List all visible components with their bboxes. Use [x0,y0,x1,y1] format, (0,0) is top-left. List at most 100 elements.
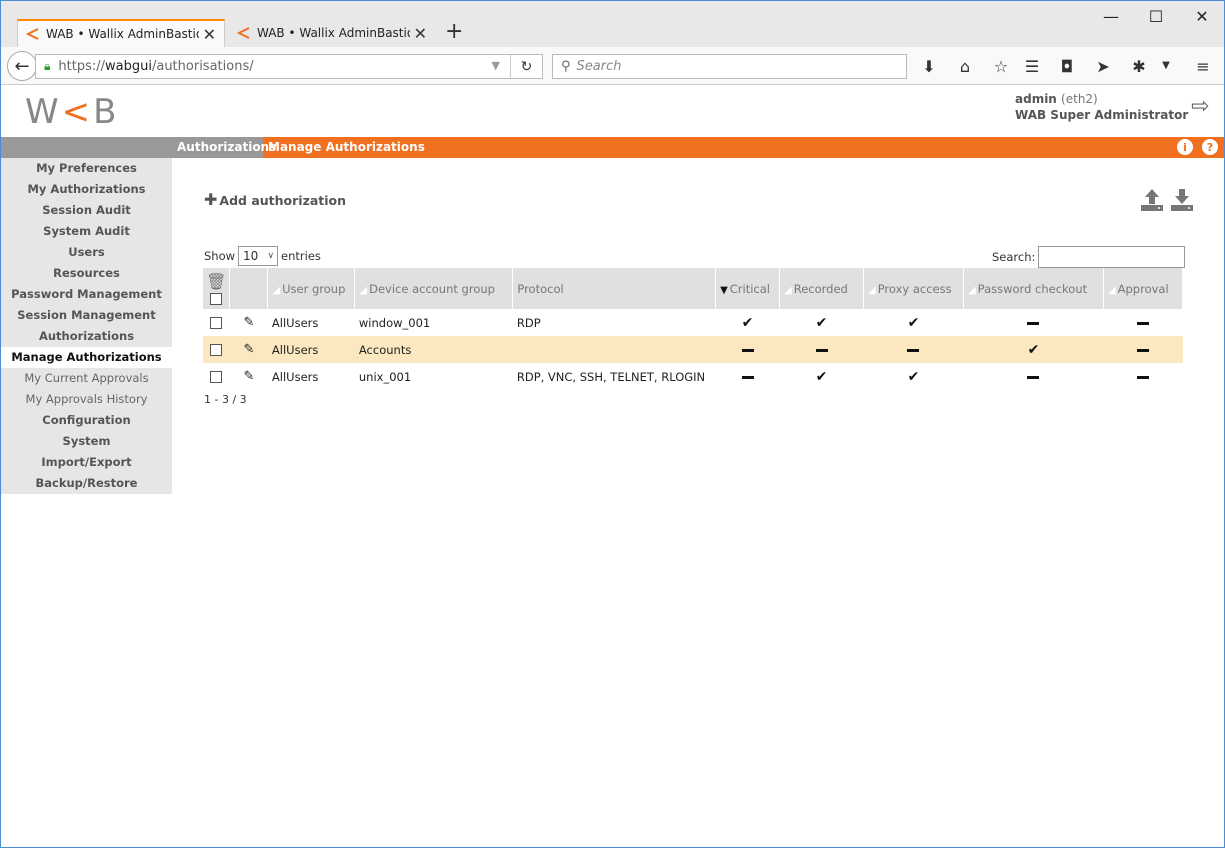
check-icon: ✔ [815,314,828,331]
table-search-input[interactable] [1038,246,1186,268]
sidebar-item-my-approvals-history[interactable]: My Approvals History [1,389,172,410]
sidebar-item-session-management[interactable]: Session Management [1,305,172,326]
row-checkbox[interactable] [210,344,223,356]
search-placeholder: Search [576,59,622,74]
check-icon: ✔ [815,368,828,385]
app-header: W<B admin (eth2) WAB Super Administrator… [1,86,1224,136]
critical-cell [716,363,780,390]
device-account-group-cell: Accounts [354,336,513,363]
wab-favicon-icon [26,28,39,40]
sidebar-item-my-current-approvals[interactable]: My Current Approvals [1,368,172,389]
row-checkbox[interactable] [210,371,223,383]
sidebar-item-configuration[interactable]: Configuration [1,410,172,431]
user-group-cell: AllUsers [267,336,355,363]
sidebar-item-my-preferences[interactable]: My Preferences [1,158,172,179]
close-window-button[interactable]: ✕ [1187,7,1217,26]
tab-wab-inactive[interactable]: WAB • Wallix AdminBastion ✕ [229,19,435,47]
sidebar-item-system[interactable]: System [1,431,172,452]
row-select-cell [203,363,230,390]
trash-icon[interactable]: 🗑︎ [203,272,229,291]
tab-close-icon[interactable]: ✕ [414,24,427,43]
column-critical[interactable]: ▼ Critical [715,268,781,309]
extension-icon[interactable]: ✱ [1127,57,1151,76]
home-icon[interactable]: ⌂ [953,57,977,76]
url-dropdown-icon[interactable]: ▼ [492,59,500,72]
select-all-header: 🗑︎ [203,268,231,309]
breadcrumb-section[interactable]: Authorizations [177,140,276,154]
download-icon[interactable]: ⬇ [917,57,941,76]
column-user-group[interactable]: ◢ User group [267,268,356,309]
select-all-checkbox[interactable] [210,292,223,305]
wab-logo: W<B [25,92,119,132]
critical-cell [715,336,780,363]
entries-select[interactable]: 10 ∨ [238,246,279,266]
add-authorization-label: Add authorization [219,193,347,208]
sidebar-item-backup-restore[interactable]: Backup/Restore [1,473,172,494]
reload-button[interactable]: ↻ [510,55,542,78]
lock-icon: 🔒︎ [44,59,51,73]
sidebar: My Preferences My Authorizations Session… [1,158,172,494]
column-password-checkout[interactable]: ◢ Password checkout [963,268,1104,309]
sidebar-item-password-management[interactable]: Password Management [1,284,172,305]
column-device-account-group[interactable]: ◢ Device account group [354,268,514,309]
sort-icon: ◢ [1107,284,1116,296]
column-protocol[interactable]: Protocol [512,268,717,309]
dash-icon [1136,348,1149,352]
send-icon[interactable]: ➤ [1091,57,1115,76]
menu-icon[interactable]: ≡ [1191,57,1215,76]
add-authorization-button[interactable]: ✚ Add authorization [204,190,346,209]
edit-icon[interactable]: ✎ [244,369,255,384]
info-icon[interactable]: i [1177,139,1193,155]
sidebar-item-import-export[interactable]: Import/Export [1,452,172,473]
back-button[interactable]: ← [7,51,37,81]
protocol-cell: RDP [516,315,541,330]
edit-icon[interactable]: ✎ [244,315,255,330]
sidebar-item-system-audit[interactable]: System Audit [1,221,172,242]
upload-icon[interactable] [1139,187,1165,213]
logout-icon[interactable]: ⇨ [1191,94,1209,119]
tab-close-icon[interactable]: ✕ [203,25,216,44]
sidebar-item-session-audit[interactable]: Session Audit [1,200,172,221]
tab-wab-active[interactable]: WAB • Wallix AdminBastion ✕ [17,19,225,47]
row-edit-cell: ✎ [230,363,268,390]
table-row[interactable]: ✎ AllUsers Accounts ✔ [203,336,1183,363]
bookmark-star-icon[interactable]: ☆ [989,57,1013,76]
sidebar-item-manage-authorizations[interactable]: Manage Authorizations [1,347,172,368]
tab-label: WAB • Wallix AdminBastion [46,27,199,41]
show-label: Show [204,249,236,263]
edit-icon[interactable]: ✎ [244,342,255,357]
help-icon[interactable]: ? [1202,139,1218,155]
new-tab-button[interactable]: + [445,20,463,44]
sidebar-item-users[interactable]: Users [1,242,172,263]
tab-label: WAB • Wallix AdminBastion [257,26,410,40]
column-label: Password checkout [977,281,1088,296]
table-row[interactable]: ✎ AllUsers unix_001 RDP, VNC, SSH, TELNET, … [203,363,1183,390]
column-label: User group [282,281,346,296]
sidebar-item-resources[interactable]: Resources [1,263,172,284]
download-export-icon[interactable] [1169,187,1195,213]
user-name: admin [1015,92,1057,106]
table-row[interactable]: ✎ AllUsers window_001 RDP ✔ ✔ ✔ [203,309,1183,336]
row-checkbox[interactable] [210,317,223,329]
password-checkout-cell [963,363,1103,390]
edit-column-header [229,268,269,309]
entries-label: entries [281,249,321,263]
search-bar[interactable]: ⚲ Search [552,54,907,79]
column-approval[interactable]: ◢ Approval [1103,268,1184,309]
sidebar-item-my-authorizations[interactable]: My Authorizations [1,179,172,200]
sort-icon: ◢ [272,284,281,296]
url-host: wabgui [105,59,152,74]
url-bar[interactable]: 🔒︎ https://wabgui/authorisations/ ▼ ↻ [35,54,543,79]
extension-dropdown-icon[interactable]: ▼ [1154,60,1178,71]
sort-icon: ◢ [868,284,876,296]
minimize-button[interactable]: — [1096,7,1126,26]
sidebar-item-authorizations[interactable]: Authorizations [1,326,172,347]
pocket-icon[interactable]: ◘ [1055,57,1079,76]
column-recorded[interactable]: ◢ Recorded [779,268,864,309]
column-label: Device account group [369,281,495,296]
check-icon: ✔ [741,314,754,331]
maximize-button[interactable]: ☐ [1141,7,1171,26]
sort-desc-icon: ▼ [720,284,728,296]
reading-list-icon[interactable]: ☰ [1020,57,1044,76]
column-proxy-access[interactable]: ◢ Proxy access [863,268,964,309]
